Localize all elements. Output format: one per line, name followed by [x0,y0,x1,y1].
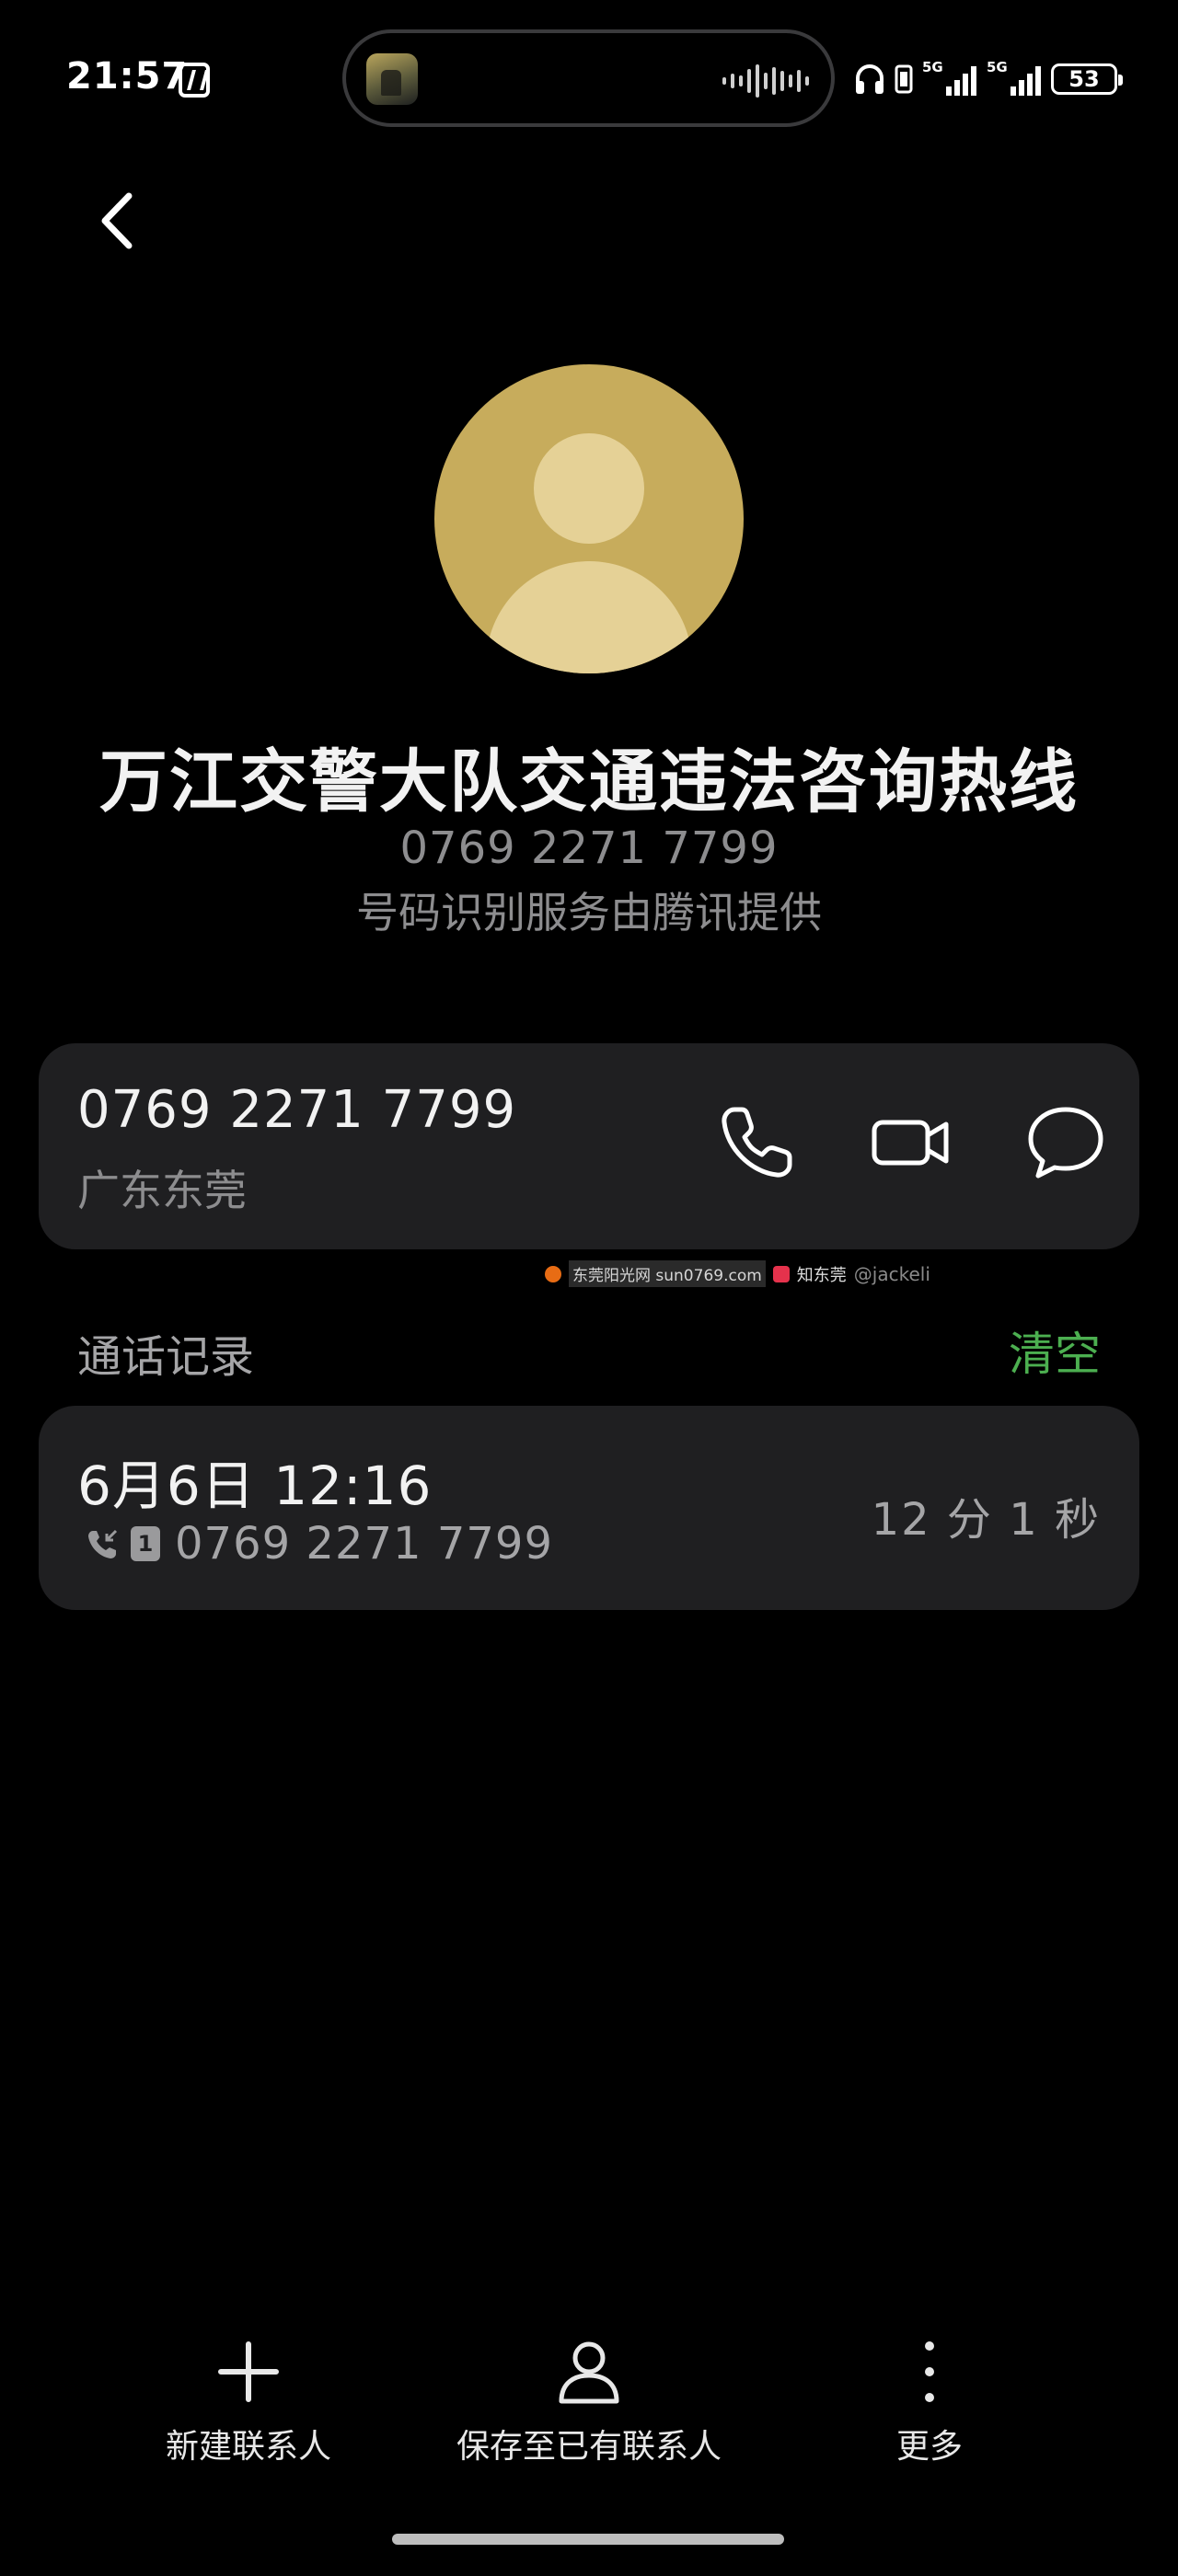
status-icons: 5G 5G 53 [854,59,1123,99]
avatar-head [534,433,644,544]
incoming-call-icon [88,1529,118,1558]
nfc-icon [179,63,210,98]
more-vertical-icon [925,2341,934,2402]
call-log-entry[interactable]: 6月6日 12:16 1 0769 2271 7799 12 分 1 秒 [39,1406,1139,1610]
save-existing-label: 保存至已有联系人 [456,2428,722,2466]
call-log-title: 通话记录 [77,1331,255,1383]
card-region: 广东东莞 [77,1166,247,1215]
status-time: 21:57 [66,55,189,98]
new-contact-label: 新建联系人 [165,2428,331,2466]
zhidongguan-logo-icon [772,1265,790,1282]
phone-call-icon[interactable] [710,1097,803,1189]
watermark: 东莞阳光网 sun0769.com 知东莞 @jackeli [545,1260,930,1287]
signal2-label: 5G [987,59,1008,75]
audio-wave-icon [722,64,809,98]
home-indicator[interactable] [392,2534,784,2545]
signal-5g-icon-2: 5G [987,59,1042,98]
battery-icon: 53 [1051,63,1123,95]
plus-icon [218,2341,279,2402]
call-detail-row: 1 0769 2271 7799 [85,1518,553,1570]
watermark-handle: @jackeli [853,1262,930,1285]
contact-name: 万江交警大队交通违法咨询热线 [99,742,1079,822]
call-number: 0769 2271 7799 [175,1518,553,1570]
video-call-icon[interactable] [865,1097,957,1189]
avatar-body [486,561,692,673]
status-bar: 21:57 5G 5G 53 [0,0,1178,156]
watermark-site: 东莞阳光网 sun0769.com [569,1260,766,1287]
number-card: 0769 2271 7799 广东东莞 [39,1043,1139,1249]
provider-note: 号码识别服务由腾讯提供 [356,888,822,937]
call-date: 6月6日 12:16 [77,1455,433,1517]
vibrate-icon [895,64,913,94]
more-button[interactable]: 更多 [874,2335,985,2467]
sun0769-logo-icon [545,1265,561,1282]
card-number[interactable]: 0769 2271 7799 [77,1080,516,1140]
dynamic-island[interactable] [342,29,835,127]
call-duration: 12 分 1 秒 [871,1494,1101,1546]
clear-log-button[interactable]: 清空 [1009,1317,1101,1384]
save-existing-button[interactable]: 保存至已有联系人 [442,2335,736,2467]
sim-badge-icon: 1 [131,1526,160,1561]
contact-avatar [434,364,744,673]
message-icon[interactable] [1020,1097,1112,1189]
new-contact-button[interactable]: 新建联系人 [156,2335,341,2467]
watermark-brand: 知东莞 [796,1265,847,1285]
signal-5g-icon: 5G [922,59,977,98]
signal1-label: 5G [922,59,943,75]
media-artwork-icon[interactable] [366,53,418,105]
contact-number: 0769 2271 7799 [399,822,779,874]
person-icon [559,2341,619,2404]
more-label: 更多 [895,2428,963,2466]
back-button[interactable] [92,189,144,253]
headphones-icon [856,64,884,94]
